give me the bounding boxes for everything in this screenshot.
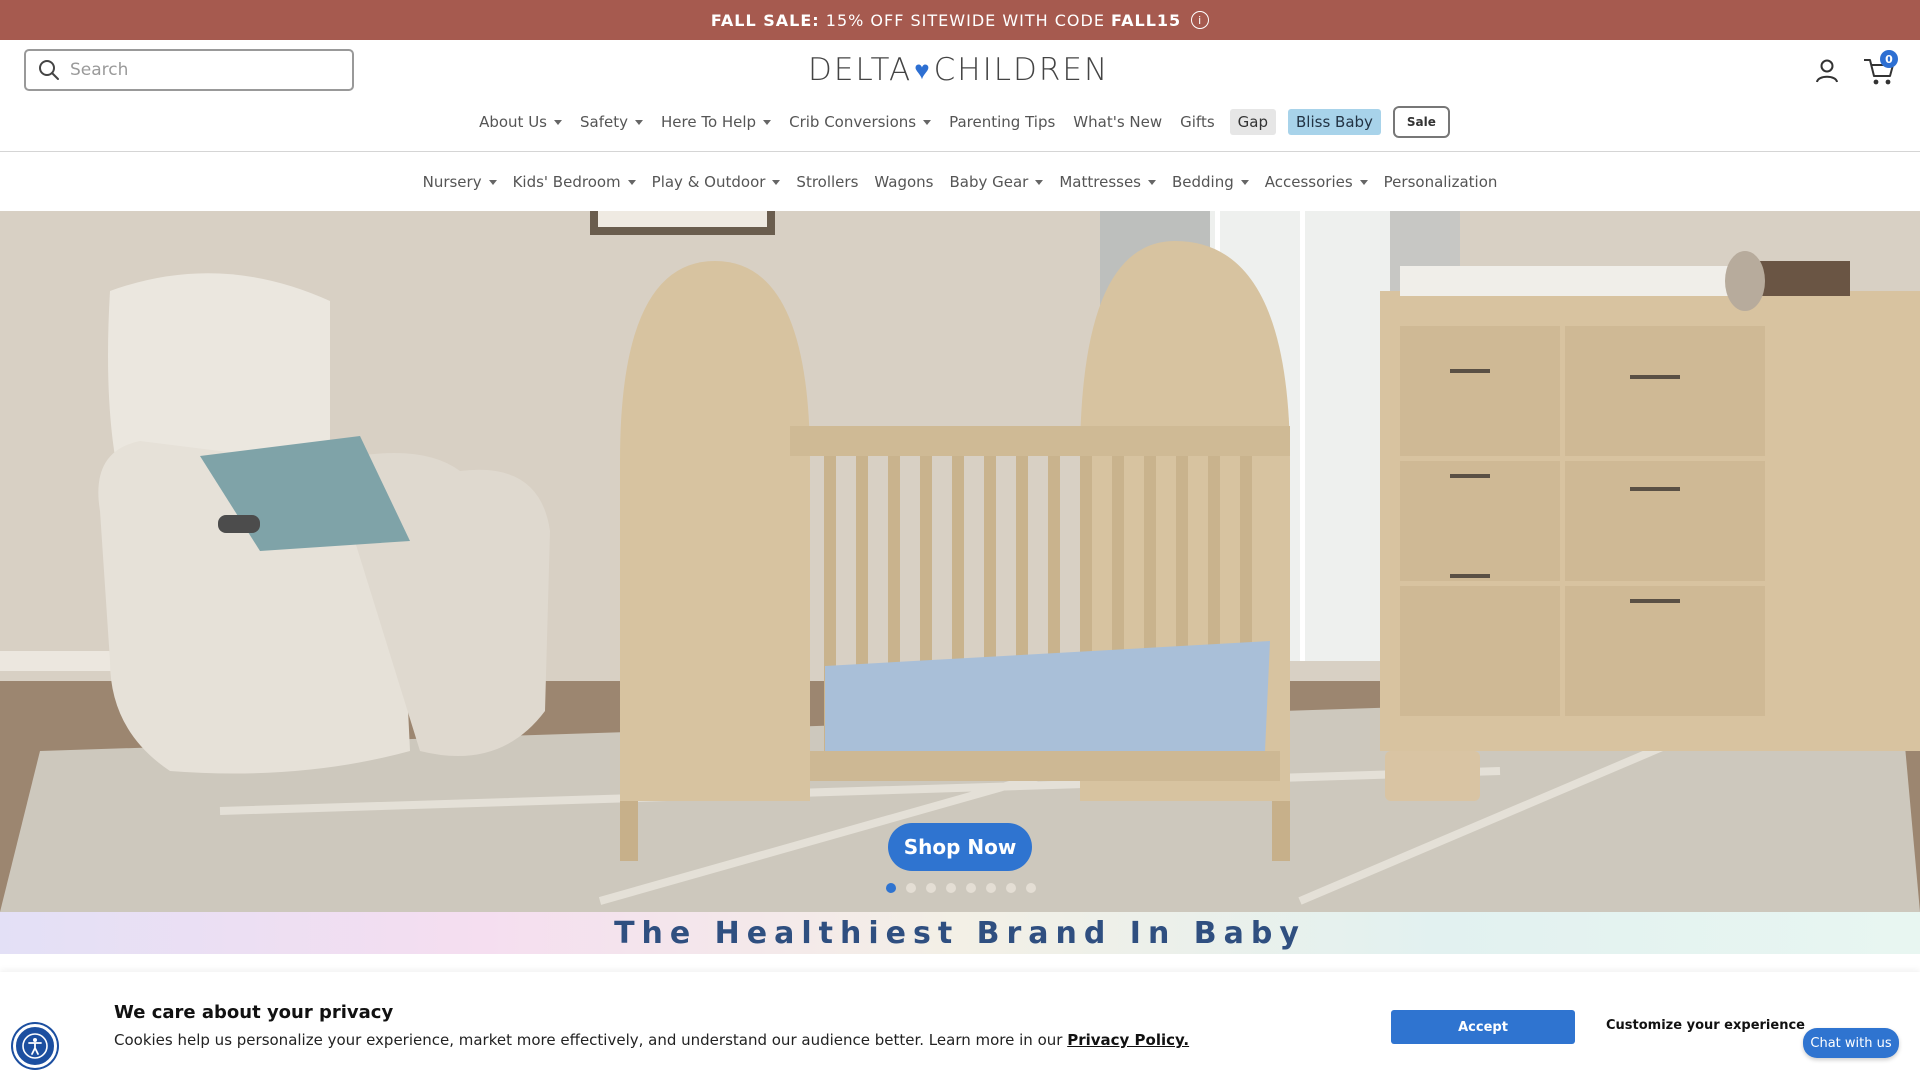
cart-count-badge: 0 bbox=[1880, 50, 1898, 68]
cat-play-outdoor[interactable]: Play & Outdoor bbox=[644, 173, 789, 191]
carousel-dot[interactable] bbox=[946, 883, 956, 893]
primary-nav: About Us Safety Here To Help Crib Conver… bbox=[0, 106, 1920, 138]
carousel-dot[interactable] bbox=[1026, 883, 1036, 893]
search-input[interactable] bbox=[70, 60, 330, 80]
cat-personalization[interactable]: Personalization bbox=[1376, 173, 1506, 191]
cookie-title: We care about your privacy bbox=[114, 1002, 394, 1023]
cookie-body-text: Cookies help us personalize your experie… bbox=[114, 1031, 1063, 1049]
nav-bliss-baby[interactable]: Bliss Baby bbox=[1288, 109, 1381, 135]
chat-with-us-button[interactable]: Chat with us bbox=[1803, 1028, 1899, 1058]
cat-label: Baby Gear bbox=[949, 173, 1029, 191]
nav-about-us[interactable]: About Us bbox=[470, 107, 571, 137]
info-icon[interactable]: i bbox=[1191, 11, 1210, 29]
nav-gifts[interactable]: Gifts bbox=[1171, 107, 1224, 137]
cat-baby-gear[interactable]: Baby Gear bbox=[941, 173, 1051, 191]
cat-bedding[interactable]: Bedding bbox=[1164, 173, 1257, 191]
cat-label: Mattresses bbox=[1059, 173, 1141, 191]
nav-label: Safety bbox=[580, 113, 628, 131]
promo-code: FALL15 bbox=[1111, 10, 1182, 30]
nav-crib-conversions[interactable]: Crib Conversions bbox=[780, 107, 940, 137]
cat-mattresses[interactable]: Mattresses bbox=[1051, 173, 1164, 191]
promo-lead: FALL SALE: bbox=[710, 10, 820, 30]
cat-label: Accessories bbox=[1264, 173, 1353, 191]
caret-down-icon bbox=[772, 179, 781, 185]
caret-down-icon bbox=[1240, 179, 1249, 185]
caret-down-icon bbox=[923, 119, 932, 125]
caret-down-icon bbox=[1359, 179, 1368, 185]
nav-parenting-tips[interactable]: Parenting Tips bbox=[940, 107, 1064, 137]
cat-kids-bedroom[interactable]: Kids' Bedroom bbox=[505, 173, 644, 191]
nav-gap[interactable]: Gap bbox=[1229, 109, 1276, 135]
cookie-body: Cookies help us personalize your experie… bbox=[114, 1031, 1189, 1049]
accessibility-icon[interactable] bbox=[13, 1024, 57, 1068]
accept-cookies-button[interactable]: Accept bbox=[1391, 1010, 1575, 1044]
site-header: DELTA ♥ CHILDREN 0 About Us Safety Here … bbox=[0, 40, 1920, 152]
hero-banner[interactable]: Shop Now bbox=[0, 211, 1920, 912]
caret-down-icon bbox=[488, 179, 497, 185]
nav-label: About Us bbox=[479, 113, 547, 131]
carousel-dot[interactable] bbox=[966, 883, 976, 893]
nav-whats-new[interactable]: What's New bbox=[1064, 107, 1171, 137]
caret-down-icon bbox=[1148, 179, 1156, 185]
carousel-dot[interactable] bbox=[886, 883, 896, 893]
cat-label: Kids' Bedroom bbox=[512, 173, 621, 191]
brand-logo[interactable]: DELTA ♥ CHILDREN bbox=[808, 50, 1109, 90]
privacy-policy-link[interactable]: Privacy Policy. bbox=[1067, 1031, 1189, 1049]
shop-now-button[interactable]: Shop Now bbox=[888, 823, 1032, 871]
search-box[interactable] bbox=[24, 49, 354, 91]
cat-accessories[interactable]: Accessories bbox=[1257, 173, 1376, 191]
caret-down-icon bbox=[634, 119, 643, 125]
logo-text-left: DELTA bbox=[808, 52, 913, 88]
caret-down-icon bbox=[627, 179, 636, 185]
cookie-banner: We care about your privacy Cookies help … bbox=[0, 972, 1920, 1080]
cat-wagons[interactable]: Wagons bbox=[866, 173, 941, 191]
brand-tagline: The Healthiest Brand In Baby bbox=[0, 912, 1920, 954]
cat-strollers[interactable]: Strollers bbox=[788, 173, 866, 191]
customize-experience-link[interactable]: Customize your experience bbox=[1606, 1018, 1805, 1033]
carousel-dot[interactable] bbox=[1006, 883, 1016, 893]
cat-nursery[interactable]: Nursery bbox=[415, 173, 505, 191]
category-nav: Nursery Kids' Bedroom Play & Outdoor Str… bbox=[0, 153, 1920, 211]
caret-down-icon bbox=[1035, 179, 1044, 185]
nav-sale-button[interactable]: Sale bbox=[1392, 106, 1450, 138]
promo-banner: FALL SALE: 15% OFF SITEWIDE WITH CODE FA… bbox=[0, 0, 1920, 40]
nav-label: Crib Conversions bbox=[789, 113, 917, 131]
logo-text-right: CHILDREN bbox=[933, 52, 1110, 88]
heart-icon: ♥ bbox=[914, 55, 932, 86]
nav-safety[interactable]: Safety bbox=[571, 107, 652, 137]
caret-down-icon bbox=[554, 119, 562, 125]
caret-down-icon bbox=[763, 119, 772, 125]
cat-label: Bedding bbox=[1172, 173, 1234, 191]
hero-nursery-illustration bbox=[0, 211, 1920, 912]
carousel-dot[interactable] bbox=[906, 883, 916, 893]
accessibility-figure-icon bbox=[22, 1033, 48, 1059]
carousel-dot[interactable] bbox=[926, 883, 936, 893]
carousel-dot[interactable] bbox=[986, 883, 996, 893]
carousel-dots bbox=[886, 883, 1036, 893]
nav-here-to-help[interactable]: Here To Help bbox=[652, 107, 780, 137]
cat-label: Nursery bbox=[422, 173, 482, 191]
cat-label: Play & Outdoor bbox=[651, 173, 766, 191]
search-icon bbox=[39, 60, 59, 80]
account-icon[interactable] bbox=[1812, 56, 1842, 86]
promo-text: 15% OFF SITEWIDE WITH CODE bbox=[825, 10, 1105, 30]
nav-label: Here To Help bbox=[660, 113, 757, 131]
